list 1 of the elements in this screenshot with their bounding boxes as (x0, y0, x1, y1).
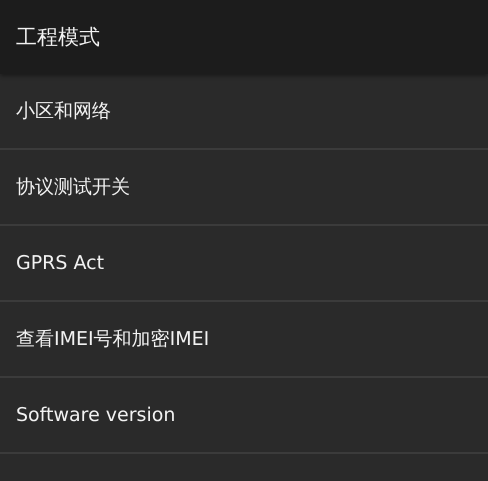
window-title: 工程模式 (16, 24, 100, 51)
